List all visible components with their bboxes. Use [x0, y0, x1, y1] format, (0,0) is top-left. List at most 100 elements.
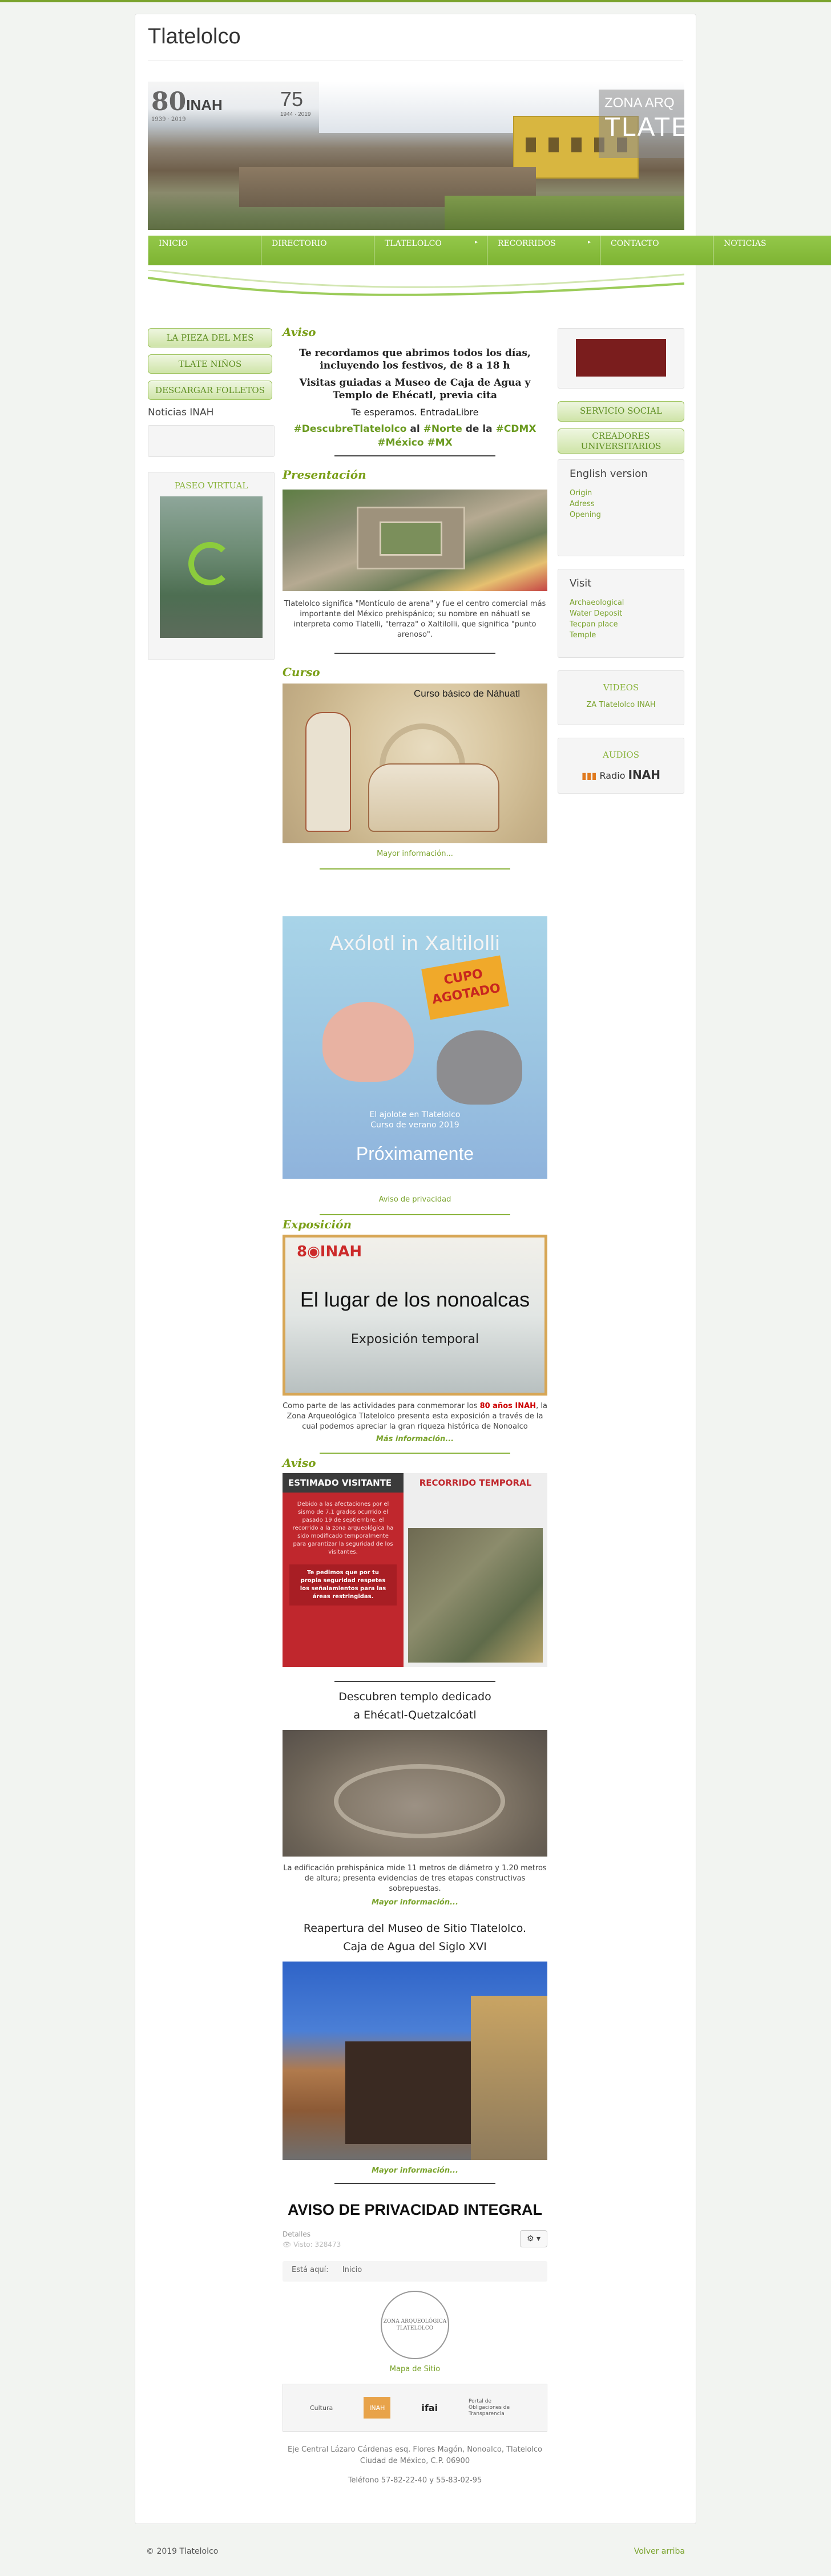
seal-text: ZONA ARQUEOLÓGICA TLATELOLCO	[383, 2319, 447, 2331]
site-map-block: ZONA ARQUEOLÓGICA TLATELOLCO Mapa de Sit…	[283, 2291, 547, 2373]
exposicion-image[interactable]: 8◉INAH El lugar de los nonoalcas Exposic…	[283, 1235, 547, 1396]
nav-item-contacto[interactable]: CONTACTO	[600, 236, 713, 265]
videos-link[interactable]: ZA Tlatelolco INAH	[570, 701, 672, 709]
hashtag-connector: al	[406, 423, 423, 435]
tlate-ninos-button[interactable]: TLATE NIÑOS	[148, 354, 272, 374]
visit-heading: Visit	[570, 577, 592, 589]
english-link-origin[interactable]: Origin	[570, 489, 672, 498]
estimado-visitante-panel: ESTIMADO VISITANTE Debido a las afectaci…	[283, 1473, 404, 1667]
divider	[334, 1681, 495, 1682]
nav-item-noticias[interactable]: NOTICIAS	[713, 236, 826, 265]
visit-link-temple[interactable]: Temple	[570, 631, 672, 640]
nav-item-recorridos[interactable]: RECORRIDOS ▸	[487, 236, 600, 265]
curso-image-title: Curso básico de Náhuatl	[414, 688, 521, 699]
servicio-social-button[interactable]: SERVICIO SOCIAL	[558, 401, 684, 422]
cupo-agotado-badge: CUPO AGOTADO	[421, 955, 509, 1020]
tlatelolco-museum-logo[interactable]	[576, 339, 666, 377]
exposicion-more-link[interactable]: Más información...	[376, 1435, 454, 1443]
inah-logo[interactable]: INAH	[364, 2397, 391, 2419]
header-banner: 80INAH 1939 · 2019 75 1944 · 2019 ZONA A…	[148, 82, 831, 304]
article-options-button[interactable]: ⚙ ▾	[520, 2230, 547, 2247]
english-link-adress[interactable]: Adress	[570, 500, 672, 508]
anniversary-75-logo: 75 1944 · 2019	[280, 87, 310, 118]
hashtag-descubre[interactable]: #DescubreTlatelolco	[294, 423, 407, 435]
logo-75-number: 75	[280, 87, 304, 111]
english-link-opening[interactable]: Opening	[570, 511, 672, 519]
zona-line1: ZONA ARQ	[604, 95, 675, 111]
divider	[320, 868, 510, 870]
aviso-hashtags: #DescubreTlatelolco al #Norte de la #CDM…	[283, 422, 547, 450]
recorrido-map	[408, 1528, 543, 1663]
exposicion-heading: Exposición	[283, 1218, 352, 1231]
aviso-sismo-image[interactable]: ESTIMADO VISITANTE Debido a las afectaci…	[283, 1473, 547, 1667]
descargar-folletos-button[interactable]: DESCARGAR FOLLETOS	[148, 381, 272, 400]
aviso-privacidad-link[interactable]: Aviso de privacidad	[379, 1195, 451, 1204]
radio-inah-logo[interactable]: ▮▮▮ Radio INAH	[570, 768, 672, 782]
reapertura-more-link[interactable]: Mayor información...	[372, 2166, 458, 2175]
visit-link-tecpan-place[interactable]: Tecpan place	[570, 620, 672, 629]
hashtag-norte[interactable]: #Norte	[423, 423, 462, 435]
axolotl-course-image[interactable]: Axólotl in Xaltilolli CUPO AGOTADO El aj…	[283, 916, 547, 1179]
divider	[334, 2183, 495, 2184]
paseo-virtual-image[interactable]	[160, 496, 263, 638]
la-pieza-del-mes-button[interactable]: LA PIEZA DEL MES	[148, 328, 272, 347]
curso-more-link[interactable]: Mayor información...	[377, 850, 453, 858]
paseo-virtual-title: PASEO VIRTUAL	[174, 480, 248, 491]
footer-logos: Cultura INAH ifai Portal de Obligaciones…	[283, 2384, 547, 2432]
logo-inah-text: INAH	[186, 96, 223, 114]
breadcrumb-current[interactable]: Inicio	[342, 2266, 362, 2274]
noticias-inah-box	[148, 425, 275, 457]
presentacion-image	[283, 490, 547, 591]
details-label: Detalles	[283, 2230, 310, 2238]
visit-link-archaeological[interactable]: Archaeological	[570, 598, 672, 607]
left-sidebar: LA PIEZA DEL MES TLATE NIÑOS DESCARGAR F…	[148, 328, 275, 660]
site-map-link[interactable]: Mapa de Sitio	[283, 2365, 547, 2373]
nav-label: INICIO	[159, 239, 188, 248]
noticias-inah-label: Noticias INAH	[148, 407, 214, 418]
aviso-visitas: Visitas guiadas a Museo de Caja de Agua …	[299, 377, 531, 401]
templo-title: Descubren templo dedicado a Ehécatl-Quet…	[283, 1688, 547, 1724]
templo-title-line2: a Ehécatl-Quetzalcóatl	[353, 1709, 477, 1721]
templo-more-link[interactable]: Mayor información...	[372, 1898, 458, 1907]
templo-image[interactable]	[283, 1730, 547, 1857]
privacy-link-row: Aviso de privacidad	[283, 1195, 547, 1204]
address-line1: Eje Central Lázaro Cárdenas esq. Flores …	[288, 2445, 542, 2454]
divider	[334, 653, 495, 654]
presentacion-heading: Presentación	[283, 468, 366, 482]
privacidad-title: AVISO DE PRIVACIDAD INTEGRAL	[287, 2201, 543, 2218]
breadcrumb-prefix: Está aquí:	[292, 2266, 329, 2274]
museum-logo-box	[558, 328, 684, 389]
banner-swoosh	[148, 270, 684, 304]
site-title[interactable]: Tlatelolco	[148, 25, 241, 49]
paseo-virtual-box: PASEO VIRTUAL	[148, 472, 275, 660]
visit-box: Visit Archaeological Water Deposit Tecpa…	[558, 569, 684, 658]
templo-more-row: Mayor información...	[283, 1898, 547, 1907]
exposicion-text-a: Como parte de las actividades para conme…	[283, 1402, 480, 1410]
visits-count: Visto: 328473	[293, 2241, 341, 2249]
axolotl-proximamente: Próximamente	[356, 1143, 474, 1164]
article-details: Detalles 👁 Visto: 328473 ⚙ ▾	[283, 2230, 547, 2249]
axolotl-title: Axólotl in Xaltilolli	[329, 931, 501, 955]
submenu-arrow-icon: ▸	[587, 239, 591, 245]
cultura-logo[interactable]: Cultura	[310, 2397, 333, 2419]
curso-nahuatl-image[interactable]: Curso básico de Náhuatl	[283, 684, 547, 843]
nav-label: TLATELOLCO	[385, 239, 442, 248]
transparencia-logo[interactable]: Portal de Obligaciones de Transparencia	[469, 2397, 520, 2419]
logo-80-years: 1939 · 2019	[151, 116, 186, 123]
visit-link-water-deposit[interactable]: Water Deposit	[570, 609, 672, 618]
creadores-universitarios-button[interactable]: CREADORES UNIVERSITARIOS	[558, 428, 684, 454]
hits-row: 👁 Visto: 328473	[283, 2241, 341, 2249]
radio-inah-label: INAH	[628, 768, 660, 782]
back-to-top-link[interactable]: Volver arriba	[634, 2547, 685, 2556]
reapertura-image[interactable]	[283, 1962, 547, 2160]
address-phone: Teléfono 57-82-22-40 y 55-83-02-95	[348, 2476, 482, 2485]
audios-box: AUDIOS ▮▮▮ Radio INAH	[558, 738, 684, 794]
nav-item-directorio[interactable]: DIRECTORIO	[261, 236, 374, 265]
ifai-logo[interactable]: ifai	[421, 2397, 438, 2419]
exposicion-80-logo: 8◉INAH	[297, 1243, 362, 1260]
radio-bars-icon: ▮▮▮	[582, 770, 597, 781]
nav-item-inicio[interactable]: INICIO	[148, 236, 261, 265]
nav-item-tlatelolco[interactable]: TLATELOLCO ▸	[374, 236, 487, 265]
aviso-esperamos: Te esperamos. EntradaLibre	[351, 407, 479, 418]
estimado-text: Debido a las afectaciones por el sismo d…	[292, 1501, 394, 1555]
